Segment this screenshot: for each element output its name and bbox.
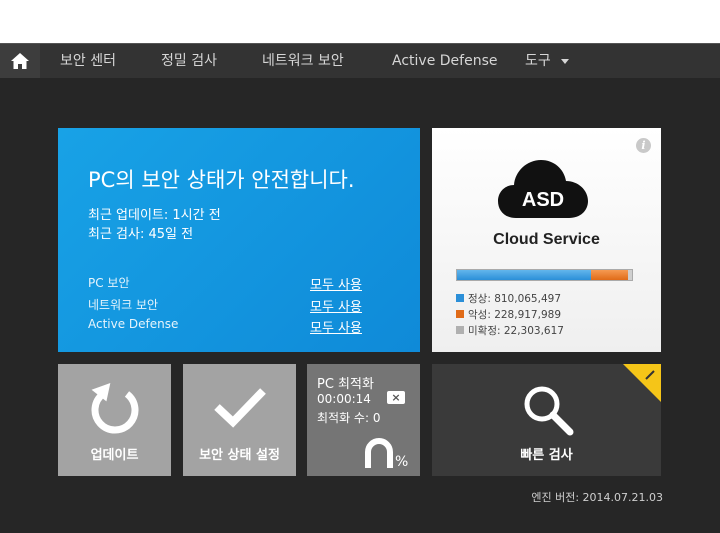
feature-active-defense-link[interactable]: 모두 사용 [310,317,362,336]
legend-malicious-text: 악성: 228,917,989 [468,309,561,321]
optimize-count: 최적화 수: 0 [317,411,381,425]
home-button[interactable] [0,44,40,78]
feature-network-security-label: 네트워크 보안 [88,298,159,312]
feature-pc-security-link[interactable]: 모두 사용 [310,274,362,293]
optimize-percent-sign: % [395,454,409,470]
chevron-down-icon [560,58,569,64]
nav-security-center[interactable]: 보안 센터 [60,44,116,78]
cloud-logo-text: ASD [522,189,564,211]
pencil-icon [645,370,655,380]
legend-normal-swatch [456,294,464,302]
cloud-service-panel: i ASD Cloud Service 정상: 810,065,497 악성: … [432,128,661,352]
feature-pc-security-label: PC 보안 [88,276,130,290]
cloud-service-label: Cloud Service [493,231,600,248]
nav-tools[interactable]: 도구 [525,44,569,78]
nav-tools-label: 도구 [525,53,551,69]
feature-network-security-link[interactable]: 모두 사용 [310,296,362,315]
legend-malicious-swatch [456,310,464,318]
home-icon [11,53,29,69]
optimize-title: PC 최적화 [317,377,374,392]
nav-active-defense[interactable]: Active Defense [392,44,497,78]
cloud-logo-icon: ASD [498,160,588,218]
nav-network-security[interactable]: 네트워크 보안 [262,44,344,78]
legend-unknown: 미확정: 22,303,617 [456,323,564,338]
legend-unknown-swatch [456,326,464,334]
quick-scan-button[interactable]: 빠른 검사 [432,364,661,476]
security-status-panel: PC의 보안 상태가 안전합니다. 최근 업데이트: 1시간 전 최근 검사: … [58,128,420,352]
optimize-time: 00:00:14 [317,392,371,406]
update-button[interactable]: 업데이트 [58,364,171,476]
legend-normal-text: 정상: 810,065,497 [468,293,561,305]
last-scan-text: 최근 검사: 45일 전 [88,227,194,242]
bar-malicious-segment [590,270,629,280]
app-window: 보안 센터 정밀 검사 네트워크 보안 Active Defense 도구 PC… [0,43,720,533]
pc-optimize-tile[interactable]: PC 최적화 00:00:14 × 최적화 수: 0 % [307,364,420,476]
security-setting-label: 보안 상태 설정 [199,448,280,463]
security-setting-button[interactable]: 보안 상태 설정 [183,364,296,476]
quick-scan-label: 빠른 검사 [520,448,573,463]
info-icon[interactable]: i [636,138,651,153]
bar-normal-segment [457,270,591,280]
top-nav: 보안 센터 정밀 검사 네트워크 보안 Active Defense 도구 [0,43,720,78]
refresh-icon [91,382,139,434]
legend-malicious: 악성: 228,917,989 [456,307,561,322]
optimize-gauge-icon [365,438,393,468]
legend-unknown-text: 미확정: 22,303,617 [468,325,564,337]
checkmark-icon [214,388,266,428]
legend-normal: 정상: 810,065,497 [456,291,561,306]
status-title: PC의 보안 상태가 안전합니다. [88,168,355,192]
cloud-stats-bar [456,269,633,281]
optimize-close-button[interactable]: × [387,391,405,404]
nav-deep-scan[interactable]: 정밀 검사 [161,44,217,78]
magnifier-icon [524,386,574,436]
update-label: 업데이트 [90,448,139,463]
feature-active-defense-label: Active Defense [88,317,179,331]
engine-version: 엔진 버전: 2014.07.21.03 [531,491,663,504]
last-update-text: 최근 업데이트: 1시간 전 [88,208,221,223]
